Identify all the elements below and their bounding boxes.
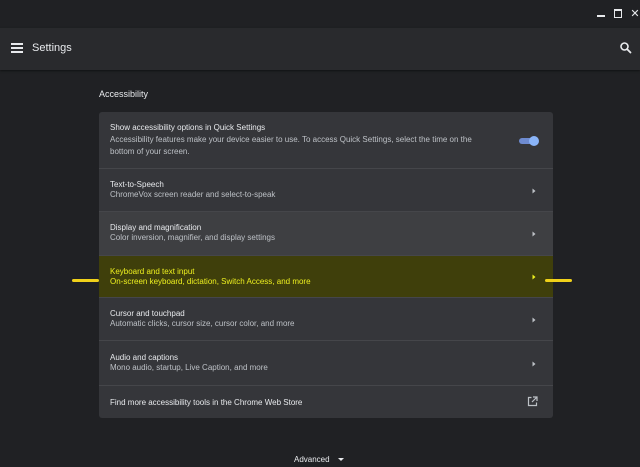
minimize-button[interactable] bbox=[593, 4, 609, 22]
row-subtitle: ChromeVox screen reader and select-to-sp… bbox=[110, 190, 276, 199]
row-subtitle-line2: bottom of your screen. bbox=[110, 147, 190, 156]
row-title: Find more accessibility tools in the Chr… bbox=[110, 398, 303, 407]
hamburger-menu-icon[interactable] bbox=[11, 43, 23, 53]
row-subtitle: Automatic clicks, cursor size, cursor co… bbox=[110, 319, 295, 328]
row-cursor-touchpad[interactable]: Cursor and touchpad Automatic clicks, cu… bbox=[99, 298, 553, 341]
close-icon: ✕ bbox=[630, 6, 640, 20]
app-title: Settings bbox=[32, 42, 72, 54]
row-subtitle: Color inversion, magnifier, and display … bbox=[110, 233, 275, 242]
row-title: Audio and captions bbox=[110, 353, 179, 362]
row-title: Keyboard and text input bbox=[110, 267, 195, 276]
chevron-down-icon bbox=[337, 458, 344, 461]
row-subtitle: Mono audio, startup, Live Caption, and m… bbox=[110, 363, 268, 372]
row-keyboard-text-input[interactable]: Keyboard and text input On-screen keyboa… bbox=[99, 256, 553, 298]
accessibility-card: Show accessibility options in Quick Sett… bbox=[99, 112, 553, 418]
row-web-store-link[interactable]: Find more accessibility tools in the Chr… bbox=[99, 386, 553, 418]
chevron-right-icon bbox=[532, 317, 536, 323]
settings-header: Settings bbox=[0, 28, 640, 70]
chevron-right-icon bbox=[532, 188, 536, 194]
row-audio-captions[interactable]: Audio and captions Mono audio, startup, … bbox=[99, 341, 553, 386]
minimize-icon bbox=[597, 15, 605, 17]
row-display-magnification[interactable]: Display and magnification Color inversio… bbox=[99, 212, 553, 256]
maximize-icon bbox=[614, 8, 622, 18]
external-link-icon bbox=[527, 396, 538, 407]
search-icon[interactable] bbox=[618, 40, 634, 56]
window-titlebar: ✕ bbox=[0, 0, 640, 28]
row-title: Text-to-Speech bbox=[110, 180, 164, 189]
maximize-button[interactable] bbox=[610, 4, 626, 22]
highlight-marker-left bbox=[72, 279, 99, 282]
row-text-to-speech[interactable]: Text-to-Speech ChromeVox screen reader a… bbox=[99, 169, 553, 212]
row-subtitle-line1: Accessibility features make your device … bbox=[110, 135, 472, 144]
advanced-toggle[interactable]: Advanced bbox=[294, 455, 344, 464]
row-title: Display and magnification bbox=[110, 223, 202, 232]
row-title: Cursor and touchpad bbox=[110, 309, 185, 318]
close-button[interactable]: ✕ bbox=[627, 4, 640, 22]
row-subtitle: On-screen keyboard, dictation, Switch Ac… bbox=[110, 277, 311, 286]
chevron-right-icon bbox=[532, 274, 536, 280]
highlight-marker-right bbox=[545, 279, 572, 282]
row-quick-settings[interactable]: Show accessibility options in Quick Sett… bbox=[99, 112, 553, 169]
advanced-label: Advanced bbox=[294, 455, 330, 464]
chevron-right-icon bbox=[532, 361, 536, 367]
row-title: Show accessibility options in Quick Sett… bbox=[110, 123, 266, 132]
chevron-right-icon bbox=[532, 231, 536, 237]
quick-settings-toggle[interactable] bbox=[519, 136, 539, 146]
section-title: Accessibility bbox=[99, 89, 149, 99]
